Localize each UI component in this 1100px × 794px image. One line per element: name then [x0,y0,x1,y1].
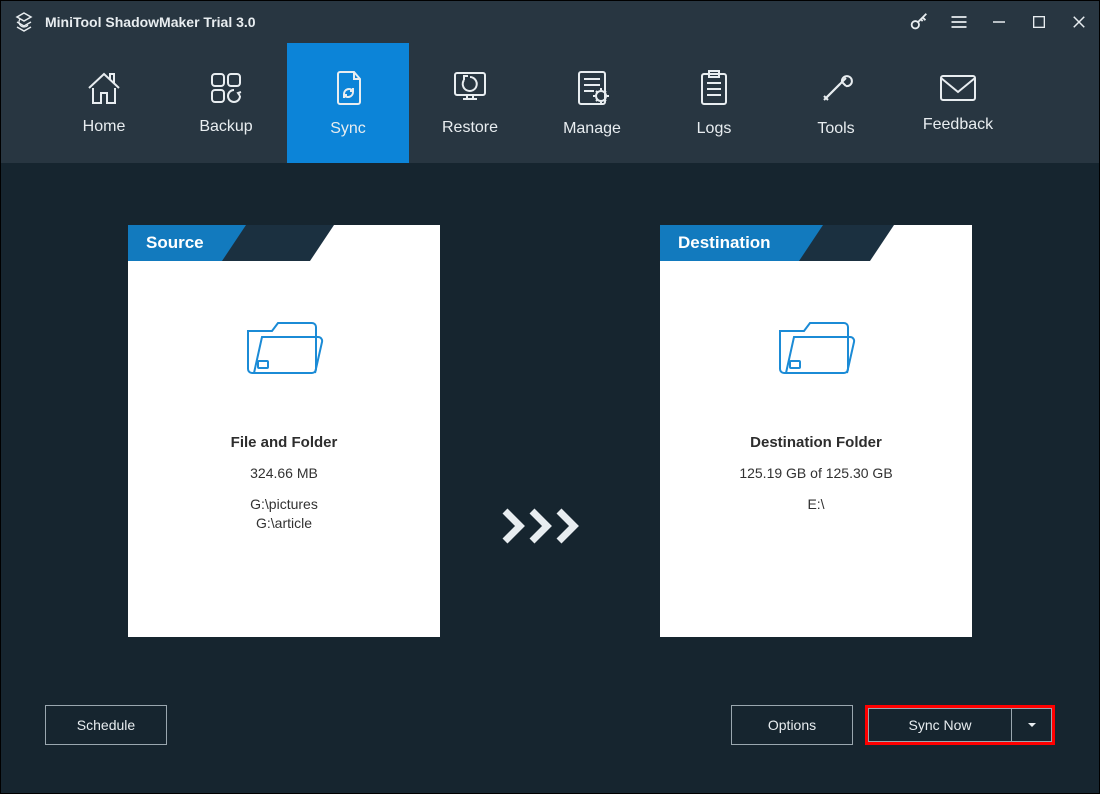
source-paths: G:\pictures G:\article [250,495,318,533]
nav-sync[interactable]: Sync [287,43,409,163]
destination-panel-body: Destination Folder 125.19 GB of 125.30 G… [660,261,972,637]
source-panel[interactable]: Source File and Folder 324.66 MB G:\pict… [128,225,440,637]
destination-panel-title: Destination [660,225,799,261]
bottom-bar: Schedule Options Sync Now [1,705,1099,745]
nav-manage[interactable]: Manage [531,43,653,163]
folder-icon [238,313,330,388]
destination-heading: Destination Folder [750,434,882,451]
nav-home-label: Home [83,118,126,136]
nav-backup[interactable]: Backup [165,43,287,163]
source-panel-body: File and Folder 324.66 MB G:\pictures G:… [128,261,440,637]
source-panel-title: Source [128,225,222,261]
app-window: MiniTool ShadowMaker Trial 3.0 Home Back… [0,0,1100,794]
sync-now-dropdown[interactable] [1012,708,1052,742]
nav-logs[interactable]: Logs [653,43,775,163]
app-logo-icon [13,11,35,33]
destination-capacity: 125.19 GB of 125.30 GB [739,465,892,481]
nav-feedback[interactable]: Feedback [897,43,1019,163]
nav-tools-label: Tools [817,120,854,138]
nav-logs-label: Logs [697,120,732,138]
source-size: 324.66 MB [250,465,318,481]
main-content: Source File and Folder 324.66 MB G:\pict… [1,163,1099,793]
menu-icon[interactable] [939,1,979,43]
schedule-button[interactable]: Schedule [45,705,167,745]
sync-now-button[interactable]: Sync Now [868,708,1012,742]
source-path-0: G:\pictures [250,495,318,514]
nav-backup-label: Backup [199,118,252,136]
destination-path-0: E:\ [807,495,824,514]
source-heading: File and Folder [231,434,338,451]
nav-restore-label: Restore [442,119,498,137]
close-button[interactable] [1059,1,1099,43]
maximize-button[interactable] [1019,1,1059,43]
nav-home[interactable]: Home [43,43,165,163]
titlebar: MiniTool ShadowMaker Trial 3.0 [1,1,1099,43]
app-title: MiniTool ShadowMaker Trial 3.0 [45,14,256,30]
source-panel-header: Source [128,225,440,261]
minimize-button[interactable] [979,1,1019,43]
destination-panel[interactable]: Destination Destination Folder 125.19 GB… [660,225,972,637]
source-path-1: G:\article [250,514,318,533]
destination-paths: E:\ [807,495,824,514]
nav-manage-label: Manage [563,120,621,138]
options-button[interactable]: Options [731,705,853,745]
destination-panel-header: Destination [660,225,972,261]
nav-restore[interactable]: Restore [409,43,531,163]
nav-tools[interactable]: Tools [775,43,897,163]
main-nav: Home Backup Sync Restore Manage Logs Too… [1,43,1099,163]
nav-sync-label: Sync [330,120,366,138]
chevron-down-icon [1026,719,1038,731]
key-icon[interactable] [899,1,939,43]
arrows-icon [500,506,600,546]
folder-icon [770,313,862,388]
sync-now-group: Sync Now [865,705,1055,745]
nav-feedback-label: Feedback [923,116,993,134]
